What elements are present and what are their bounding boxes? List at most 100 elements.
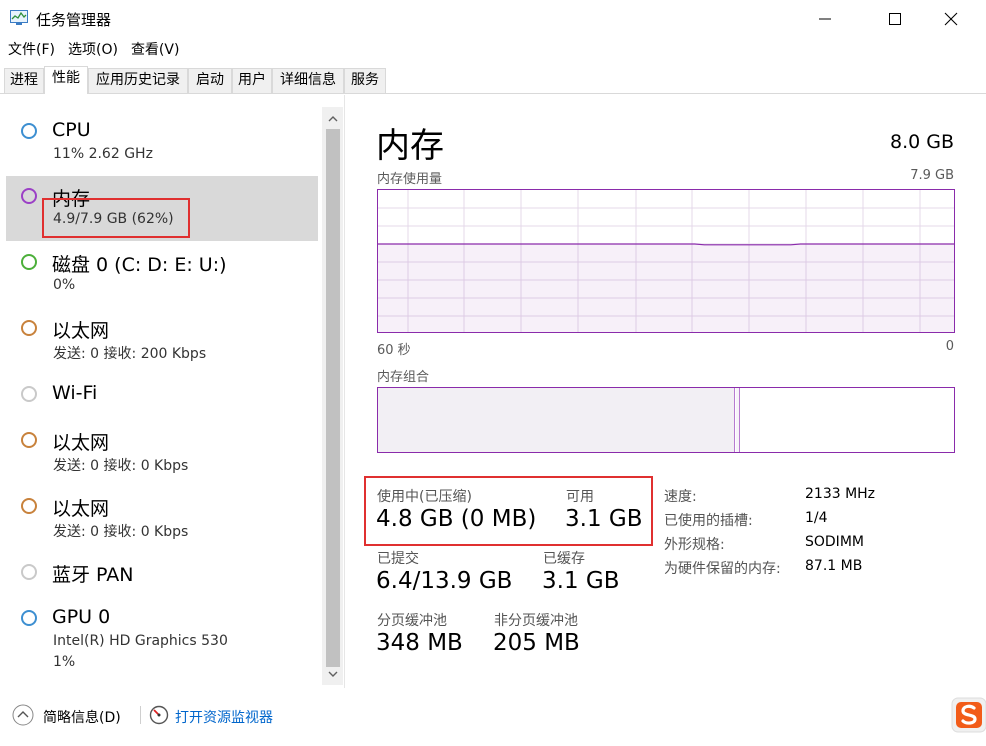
speed-value: 2133 MHz bbox=[805, 486, 876, 502]
ethernet-status-icon bbox=[21, 498, 37, 514]
menu-options[interactable]: 选项(O) bbox=[68, 38, 118, 64]
committed-value: 6.4/13.9 GB bbox=[376, 568, 513, 594]
memory-status-icon bbox=[21, 188, 37, 204]
usage-graph-max: 7.9 GB bbox=[910, 168, 954, 183]
sidebar-item-subtitle: 发送: 0 接收: 200 Kbps bbox=[53, 346, 207, 362]
hardware-reserved-label: 为硬件保留的内存: bbox=[664, 561, 781, 577]
sidebar-item-bluetooth-pan[interactable]: 蓝牙 PAN bbox=[6, 553, 318, 593]
sidebar-item-title: 以太网 bbox=[52, 432, 110, 454]
sidebar-item-ethernet-1[interactable]: 以太网 发送: 0 接收: 200 Kbps bbox=[6, 309, 318, 371]
minimize-button[interactable] bbox=[802, 0, 848, 38]
sidebar-item-title: 磁盘 0 (C: D: E: U:) bbox=[52, 254, 227, 276]
sidebar-item-subtitle: 发送: 0 接收: 0 Kbps bbox=[53, 524, 189, 540]
open-resource-monitor-link[interactable]: 打开资源监视器 bbox=[175, 707, 273, 727]
in-use-label: 使用中(已压缩) bbox=[377, 489, 472, 505]
scroll-thumb[interactable] bbox=[326, 129, 340, 667]
sidebar-item-subtitle: 发送: 0 接收: 0 Kbps bbox=[53, 458, 189, 474]
memory-total: 8.0 GB bbox=[889, 131, 954, 153]
cached-value: 3.1 GB bbox=[542, 568, 620, 594]
maximize-button[interactable] bbox=[872, 0, 918, 38]
nonpaged-pool-value: 205 MB bbox=[493, 630, 580, 656]
minimize-icon bbox=[819, 18, 831, 20]
sidebar-item-title: 以太网 bbox=[52, 320, 110, 342]
resource-monitor-icon bbox=[149, 705, 169, 725]
sidebar-item-subtitle: 11% 2.62 GHz bbox=[53, 146, 153, 162]
composition-in-use bbox=[378, 388, 735, 452]
paged-pool-value: 348 MB bbox=[376, 630, 463, 656]
footer-separator bbox=[140, 706, 141, 724]
maximize-icon bbox=[889, 13, 901, 25]
ethernet-status-icon bbox=[21, 432, 37, 448]
tab-strip: 进程 性能 应用历史记录 启动 用户 详细信息 服务 bbox=[0, 66, 986, 94]
summary-view-button[interactable]: 简略信息(D) bbox=[43, 707, 121, 727]
memory-sidebar-highlight bbox=[42, 198, 190, 238]
sidebar-item-subtitle: Intel(R) HD Graphics 530 bbox=[53, 633, 228, 649]
form-factor-value: SODIMM bbox=[805, 534, 864, 550]
sidebar-divider bbox=[344, 95, 345, 688]
sidebar-item-subtitle-2: 1% bbox=[53, 654, 76, 670]
slots-label: 已使用的插槽: bbox=[664, 513, 753, 529]
usage-graph-label: 内存使用量 bbox=[377, 172, 443, 187]
nonpaged-pool-label: 非分页缓冲池 bbox=[494, 613, 578, 629]
sidebar-item-title: GPU 0 bbox=[52, 606, 111, 628]
memory-usage-graph bbox=[377, 189, 955, 333]
ime-logo-icon[interactable] bbox=[951, 694, 986, 734]
tab-divider bbox=[0, 93, 986, 94]
composition-label: 内存组合 bbox=[377, 370, 430, 385]
sidebar-item-disk[interactable]: 磁盘 0 (C: D: E: U:) 0% bbox=[6, 243, 318, 305]
title-bar: 任务管理器 bbox=[0, 0, 986, 38]
available-value: 3.1 GB bbox=[565, 506, 643, 532]
tab-users[interactable]: 用户 bbox=[232, 68, 272, 93]
page-title: 内存 bbox=[376, 126, 444, 166]
tab-processes[interactable]: 进程 bbox=[4, 68, 44, 93]
tab-details[interactable]: 详细信息 bbox=[272, 68, 344, 93]
wifi-status-icon bbox=[21, 386, 37, 402]
sidebar-item-title: 蓝牙 PAN bbox=[52, 564, 134, 586]
tab-app-history[interactable]: 应用历史记录 bbox=[88, 68, 188, 93]
sidebar-item-title: Wi-Fi bbox=[52, 382, 98, 404]
composition-modified bbox=[736, 388, 740, 452]
committed-label: 已提交 bbox=[377, 551, 419, 567]
menu-file[interactable]: 文件(F) bbox=[8, 38, 55, 64]
memory-composition-bar bbox=[377, 387, 955, 453]
scroll-down-icon[interactable] bbox=[327, 668, 339, 680]
window-title: 任务管理器 bbox=[36, 11, 112, 29]
menu-bar: 文件(F) 选项(O) 查看(V) bbox=[0, 38, 986, 64]
speed-label: 速度: bbox=[664, 489, 697, 505]
memory-usage-area bbox=[378, 244, 954, 332]
ethernet-status-icon bbox=[21, 320, 37, 336]
collapse-chevron-icon[interactable] bbox=[12, 704, 34, 726]
scroll-up-icon[interactable] bbox=[327, 113, 339, 125]
resource-sidebar: CPU 11% 2.62 GHz 内存 4.9/7.9 GB (62%) 磁盘 … bbox=[0, 95, 344, 688]
graph-time-left: 60 秒 bbox=[377, 343, 411, 358]
sidebar-item-wifi[interactable]: Wi-Fi bbox=[6, 375, 318, 415]
cached-label: 已缓存 bbox=[543, 551, 585, 567]
in-use-value: 4.8 GB (0 MB) bbox=[376, 506, 537, 532]
disk-status-icon bbox=[21, 254, 37, 270]
menu-view[interactable]: 查看(V) bbox=[131, 38, 180, 64]
tab-services[interactable]: 服务 bbox=[344, 68, 386, 93]
gpu-status-icon bbox=[21, 610, 37, 626]
form-factor-label: 外形规格: bbox=[664, 537, 725, 553]
cpu-status-icon bbox=[21, 123, 37, 139]
close-icon bbox=[944, 12, 958, 26]
available-label: 可用 bbox=[566, 489, 594, 505]
tab-performance[interactable]: 性能 bbox=[44, 66, 88, 94]
footer-bar: 简略信息(D) 打开资源监视器 bbox=[0, 698, 986, 734]
sidebar-item-ethernet-3[interactable]: 以太网 发送: 0 接收: 0 Kbps bbox=[6, 487, 318, 549]
tab-startup[interactable]: 启动 bbox=[188, 68, 232, 93]
sidebar-item-subtitle: 0% bbox=[53, 277, 76, 293]
sidebar-item-ethernet-2[interactable]: 以太网 发送: 0 接收: 0 Kbps bbox=[6, 421, 318, 483]
bluetooth-status-icon bbox=[21, 564, 37, 580]
sidebar-scrollbar[interactable] bbox=[322, 107, 343, 685]
sidebar-item-cpu[interactable]: CPU 11% 2.62 GHz bbox=[6, 110, 318, 172]
task-manager-icon bbox=[10, 10, 28, 25]
graph-time-right: 0 bbox=[945, 339, 954, 354]
sidebar-item-title: CPU bbox=[52, 119, 91, 141]
sidebar-item-title: 以太网 bbox=[52, 498, 110, 520]
close-button[interactable] bbox=[928, 0, 974, 38]
sidebar-item-gpu[interactable]: GPU 0 Intel(R) HD Graphics 530 1% bbox=[6, 599, 318, 679]
hardware-reserved-value: 87.1 MB bbox=[805, 558, 863, 574]
paged-pool-label: 分页缓冲池 bbox=[377, 613, 447, 629]
slots-value: 1/4 bbox=[805, 510, 828, 526]
